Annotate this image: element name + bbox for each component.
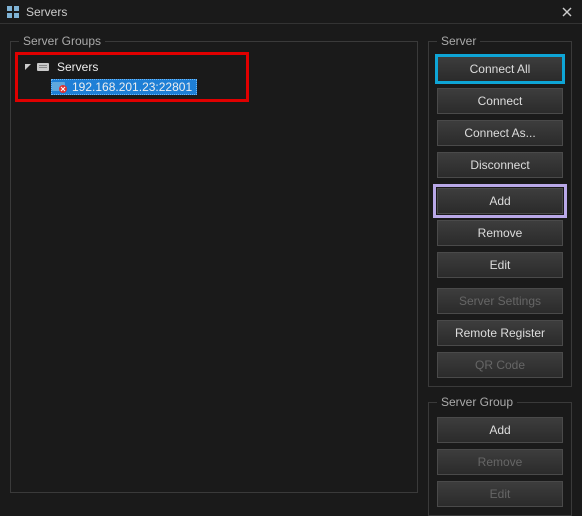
server-group-legend: Server Group [437,395,517,409]
server-fieldset: Server Connect All Connect Connect As...… [428,34,572,387]
tree-root-label: Servers [57,60,98,74]
server-settings-button: Server Settings [437,288,563,314]
server-groups-fieldset: Server Groups Servers [10,34,418,493]
app-icon [6,5,20,19]
add-server-button[interactable]: Add [437,188,563,214]
servers-group-icon [37,61,53,73]
qr-code-button: QR Code [437,352,563,378]
disconnect-button[interactable]: Disconnect [437,152,563,178]
connect-as-button[interactable]: Connect As... [437,120,563,146]
edit-group-button: Edit [437,481,563,507]
server-tree[interactable]: Servers 192.168.201.23:22801 [19,56,409,98]
remove-group-button: Remove [437,449,563,475]
tree-root-item[interactable]: Servers [21,58,407,76]
connect-button[interactable]: Connect [437,88,563,114]
window-title: Servers [26,5,558,19]
connect-all-button[interactable]: Connect All [437,56,563,82]
server-legend: Server [437,34,480,48]
tree-child-item[interactable]: 192.168.201.23:22801 [21,78,407,96]
server-groups-legend: Server Groups [19,34,105,48]
add-group-button[interactable]: Add [437,417,563,443]
edit-server-button[interactable]: Edit [437,252,563,278]
expander-icon[interactable] [23,63,33,71]
server-error-icon [52,81,68,93]
remote-register-button[interactable]: Remote Register [437,320,563,346]
close-icon[interactable] [558,3,576,21]
tree-child-label: 192.168.201.23:22801 [72,80,192,94]
server-group-fieldset: Server Group Add Remove Edit [428,395,572,516]
titlebar: Servers [0,0,582,24]
remove-server-button[interactable]: Remove [437,220,563,246]
